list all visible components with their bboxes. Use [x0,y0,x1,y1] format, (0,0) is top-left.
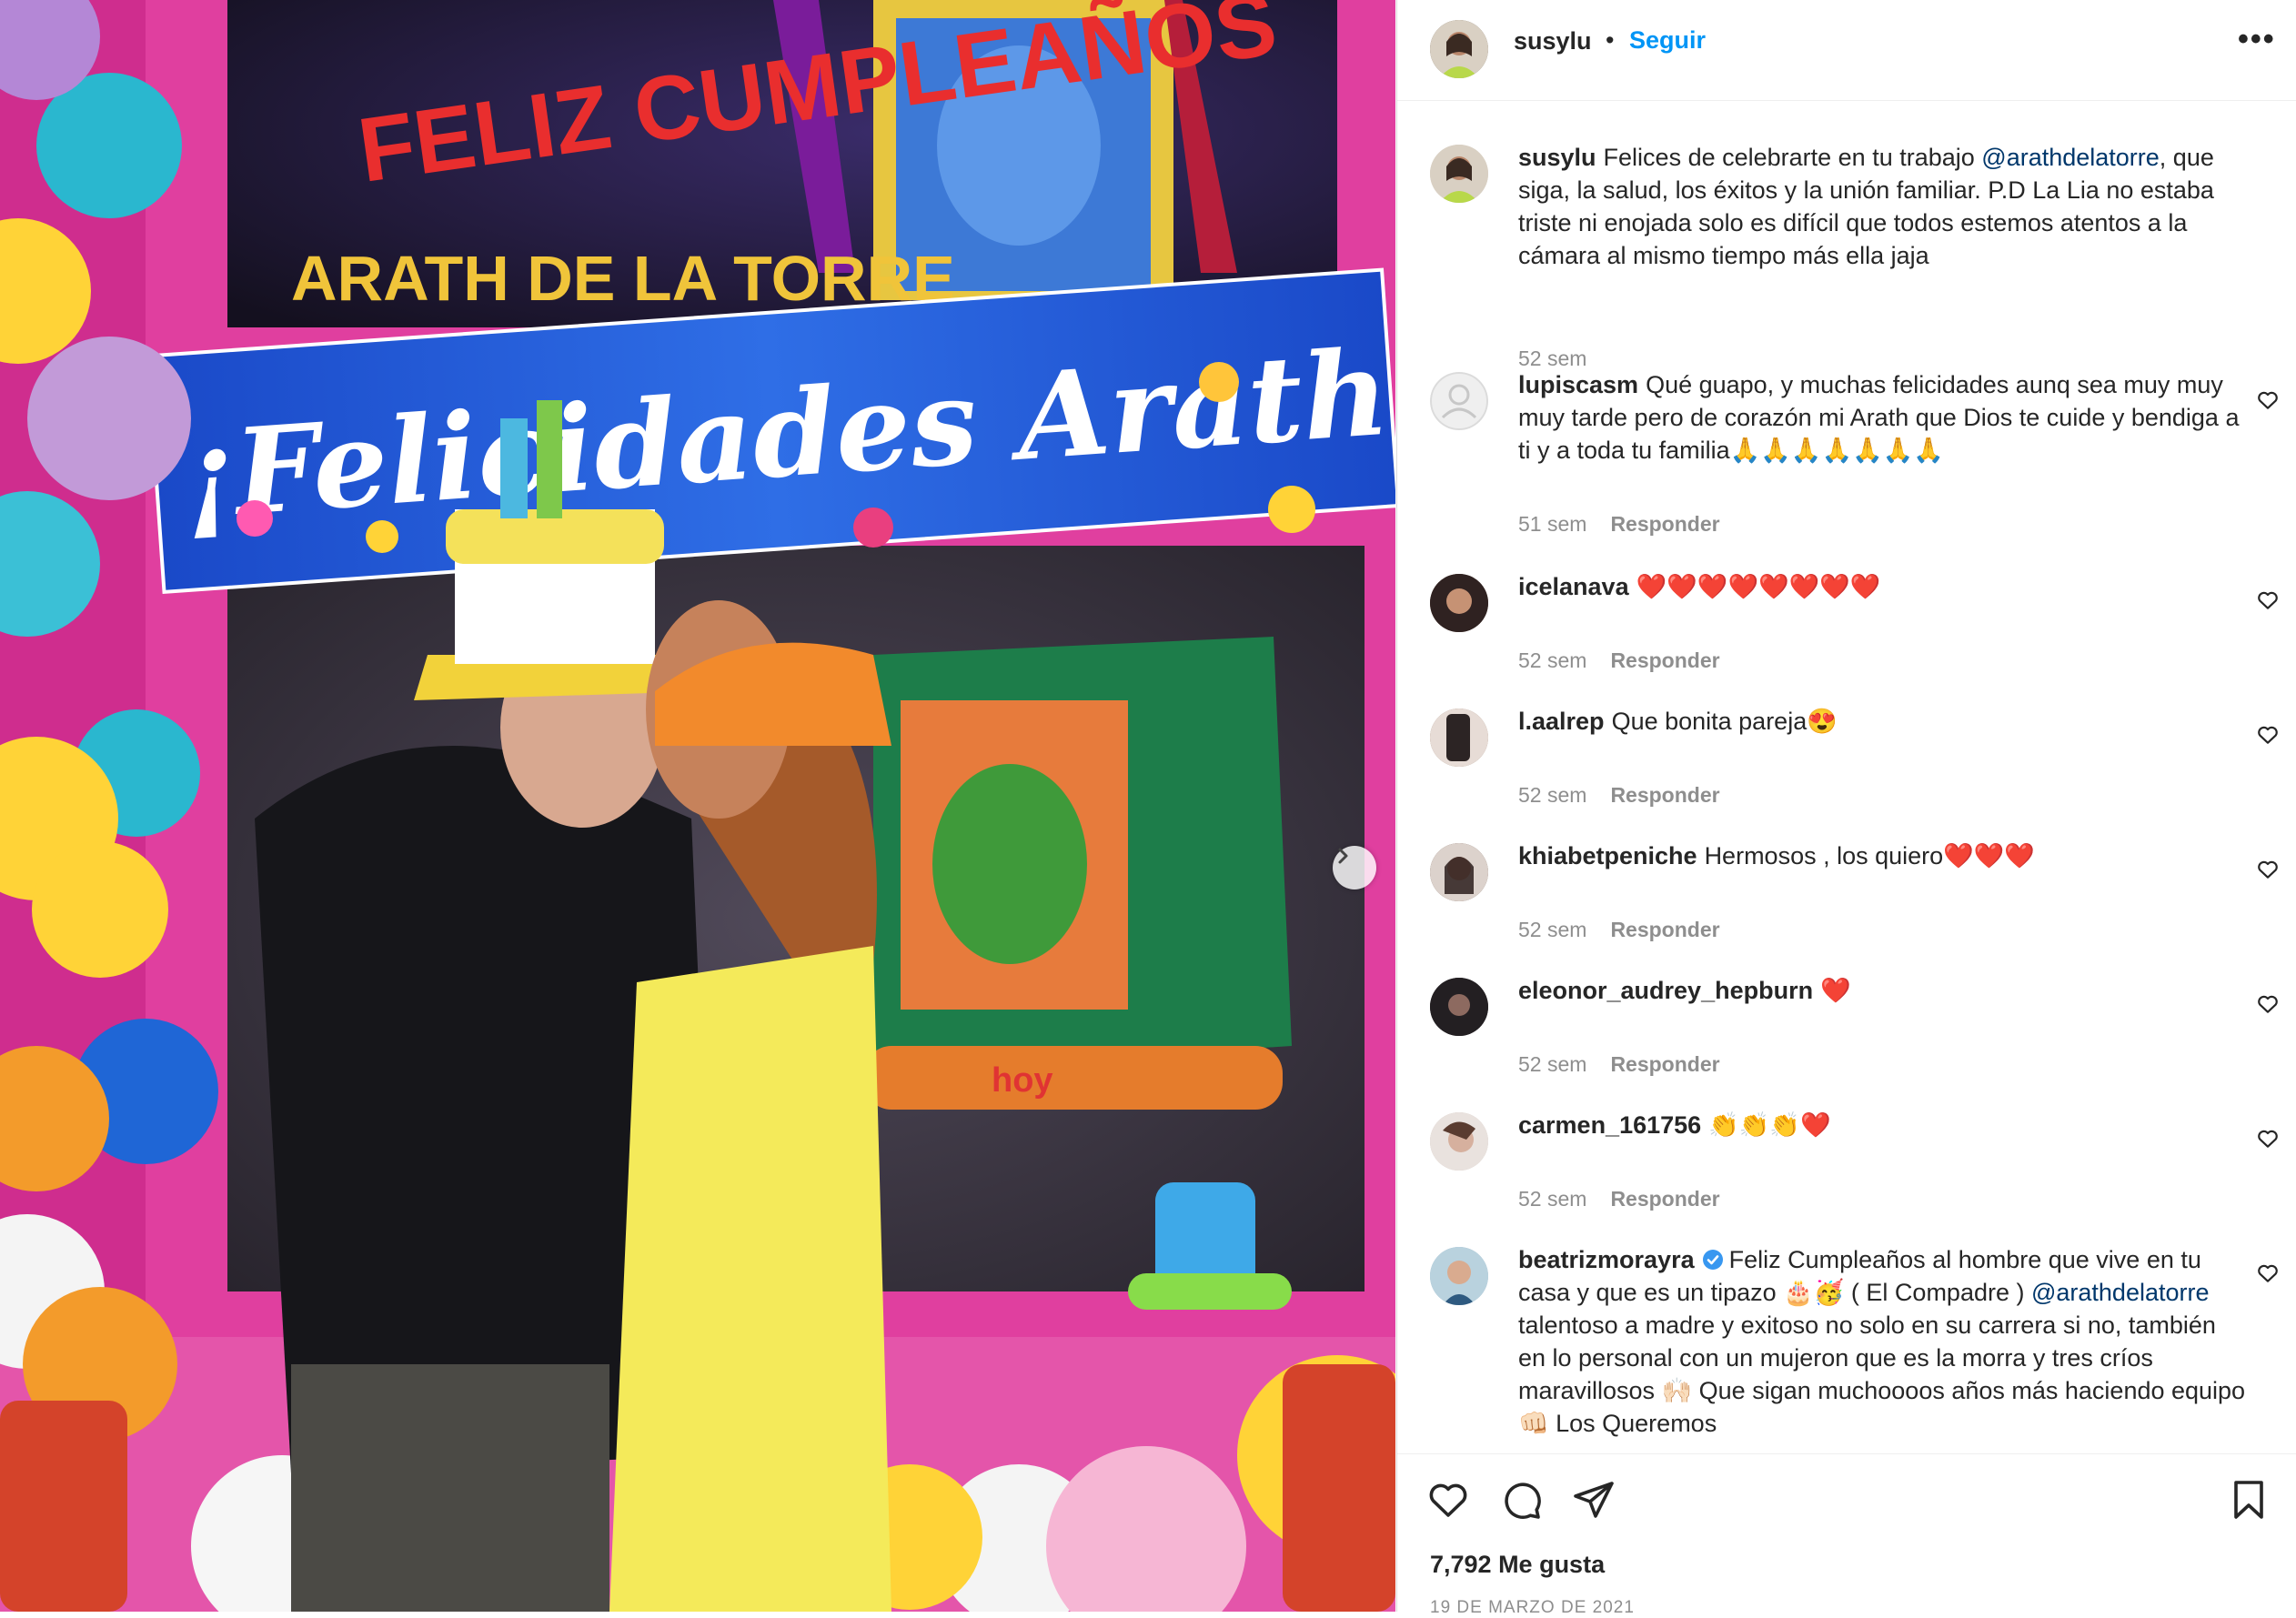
share-icon[interactable] [1572,1478,1616,1522]
comment-like-heart-icon[interactable] [2256,1127,2280,1151]
comment-avatar[interactable] [1430,574,1488,632]
comment-like-heart-icon[interactable] [2256,858,2280,881]
avatar-image [1430,843,1488,901]
caption-mention[interactable]: @arathdelatorre [1981,144,2160,171]
comment-like-heart-icon[interactable] [2256,588,2280,612]
comment-time[interactable]: 51 sem [1518,512,1586,536]
reply-button[interactable]: Responder [1610,918,1719,941]
comment-like-heart-icon[interactable] [2256,723,2280,747]
comment-avatar[interactable] [1430,978,1488,1036]
comment-body: Que bonita pareja😍 [1611,708,1838,735]
post-sidebar: susylu • Seguir ••• susylu Felices de cel… [1396,0,2296,1617]
author-avatar[interactable] [1430,20,1488,78]
caption-text: susylu Felices de celebrarte en tu trabaj… [1518,141,2246,272]
comment-meta: 52 sem Responder [1518,1052,1720,1077]
comment-time[interactable]: 52 sem [1518,1052,1586,1076]
comment-time[interactable]: 52 sem [1518,918,1586,941]
comment-avatar[interactable] [1430,1112,1488,1171]
avatar-image [1430,20,1488,78]
comment-username[interactable]: icelanava [1518,573,1629,600]
bookmark-icon[interactable] [2227,1478,2271,1522]
comment-time[interactable]: 52 sem [1518,1187,1586,1211]
comment-meta: 52 sem Responder [1518,918,1720,942]
comment-avatar[interactable] [1430,709,1488,767]
comment-icon[interactable] [1499,1478,1543,1522]
reply-button[interactable]: Responder [1610,648,1719,672]
comment-text: lupiscasm Qué guapo, y muchas felicidades… [1518,368,2246,467]
likes-count[interactable]: 7,792 Me gusta [1430,1551,1605,1579]
comment-text: carmen_161756 👏👏👏❤️ [1518,1109,2246,1141]
comment-meta: 51 sem Responder [1518,512,1720,537]
post-photo[interactable]: FELIZ CUMPLEAÑOS ARATH DE LA TORRE ¡Feli… [0,0,1395,1612]
comment-body: 👏👏👏❤️ [1708,1111,1831,1139]
comment-meta: 52 sem Responder [1518,648,1720,673]
avatar-image [1430,709,1488,767]
comment-text: icelanava ❤️❤️❤️❤️❤️❤️❤️❤️ [1518,570,2246,603]
chevron-right-icon [1338,848,1348,864]
comment-like-heart-icon[interactable] [2256,388,2280,412]
default-avatar-icon [1430,372,1488,430]
reply-button[interactable]: Responder [1610,1052,1719,1076]
comment-body: Hermosos , los quiero❤️❤️❤️ [1704,842,2036,869]
header-separator: • [1606,26,1615,54]
photo-scene: FELIZ CUMPLEAÑOS ARATH DE LA TORRE ¡Feli… [0,0,1395,1612]
comment-body: ❤️❤️❤️❤️❤️❤️❤️❤️ [1636,573,1881,600]
heart-icon[interactable] [1426,1478,1470,1522]
comment-text: khiabetpeniche Hermosos , los quiero❤️❤️❤… [1518,839,2246,872]
comment-meta: 52 sem Responder [1518,783,1720,808]
hoy-logo: hoy [992,1061,1053,1100]
comment-username[interactable]: carmen_161756 [1518,1111,1701,1139]
comment-text: beatrizmorayra Feliz Cumpleaños al hombre… [1518,1243,2246,1440]
follow-button[interactable]: Seguir [1629,26,1706,55]
post-date[interactable]: 19 DE MARZO DE 2021 [1430,1598,1635,1618]
avatar-image [1430,574,1488,632]
comment-username[interactable]: khiabetpeniche [1518,842,1697,869]
comment-body: ❤️ [1820,977,1851,1004]
reply-button[interactable]: Responder [1610,512,1719,536]
next-image-button[interactable] [1333,846,1376,889]
comment-avatar[interactable] [1430,843,1488,901]
caption-body-1: Felices de celebrarte en tu trabajo [1603,144,1982,171]
caption-username[interactable]: susylu [1518,144,1596,171]
comment-body-2: talentoso a madre y exitoso no solo en s… [1518,1311,2246,1437]
reply-button[interactable]: Responder [1610,783,1719,807]
caption-avatar[interactable] [1430,145,1488,203]
reply-button[interactable]: Responder [1610,1187,1719,1211]
comment-like-heart-icon[interactable] [2256,992,2280,1016]
comment-time[interactable]: 52 sem [1518,648,1586,672]
author-username[interactable]: susylu [1514,27,1592,55]
avatar-image [1430,978,1488,1036]
avatar-image [1430,1112,1488,1171]
comment-time[interactable]: 52 sem [1518,783,1586,807]
banner-name-text: ARATH DE LA TORRE [291,243,955,314]
comment-text: eleonor_audrey_hepburn ❤️ [1518,974,2246,1007]
comment-like-heart-icon[interactable] [2256,1261,2280,1285]
comment-avatar[interactable] [1430,1247,1488,1305]
avatar-image [1430,145,1488,203]
comment-mention[interactable]: @arathdelatorre [2031,1279,2210,1306]
avatar-image [1430,1247,1488,1305]
comment-username[interactable]: lupiscasm [1518,371,1638,398]
post-actions: 7,792 Me gusta 19 DE MARZO DE 2021 [1397,1453,2296,1617]
post-header: susylu • Seguir ••• [1397,0,2296,101]
comment-username[interactable]: beatrizmorayra [1518,1246,1695,1273]
comment-meta: 52 sem Responder [1518,1187,1720,1211]
comments-list[interactable]: susylu Felices de celebrarte en tu trabaj… [1397,101,2296,1452]
caption-meta: 52 sem [1518,347,1586,371]
comment-username[interactable]: l.aalrep [1518,708,1605,735]
comment-avatar[interactable] [1430,372,1488,430]
more-icon[interactable]: ••• [2238,22,2276,57]
comment-text: l.aalrep Que bonita pareja😍 [1518,705,2246,738]
verified-icon [1702,1250,1723,1270]
caption-time[interactable]: 52 sem [1518,347,1586,370]
comment-username[interactable]: eleonor_audrey_hepburn [1518,977,1813,1004]
